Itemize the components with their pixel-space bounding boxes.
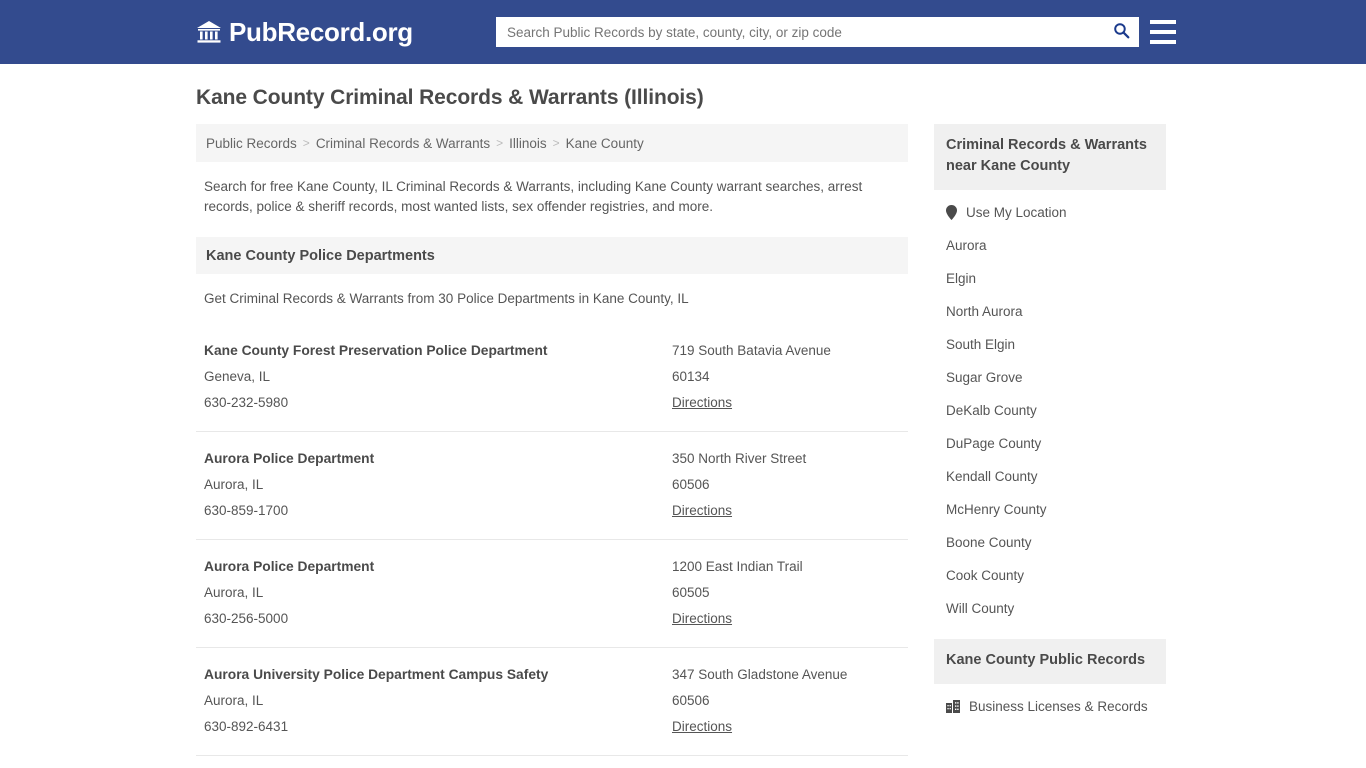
breadcrumb-separator: > bbox=[552, 136, 560, 150]
listing-name: Kane County Forest Preservation Police D… bbox=[204, 343, 548, 358]
page-title: Kane County Criminal Records & Warrants … bbox=[196, 86, 704, 109]
main-column: Public Records > Criminal Records & Warr… bbox=[196, 124, 908, 768]
briefcase-icon bbox=[946, 700, 960, 713]
breadcrumb-item-illinois[interactable]: Illinois bbox=[509, 136, 547, 151]
sidebar: Criminal Records & Warrants near Kane Co… bbox=[934, 124, 1166, 723]
table-row: Aurora University Police Department Camp… bbox=[196, 647, 908, 755]
breadcrumb: Public Records > Criminal Records & Warr… bbox=[196, 124, 908, 162]
listing-city: Aurora, IL bbox=[204, 585, 264, 600]
sidebar-item-label: Kendall County bbox=[946, 469, 1038, 484]
listing-phone: 630-256-5000 bbox=[204, 611, 289, 626]
sidebar-item-dekalb-county[interactable]: DeKalb County bbox=[934, 394, 1166, 427]
sidebar-item-boone-county[interactable]: Boone County bbox=[934, 526, 1166, 559]
sidebar-item-label: McHenry County bbox=[946, 502, 1047, 517]
site-header: PubRecord.org bbox=[0, 0, 1366, 64]
sidebar-item-aurora[interactable]: Aurora bbox=[934, 229, 1166, 262]
sidebar-item-label: Boone County bbox=[946, 535, 1032, 550]
listing-right-column: 350 North River Street 60506 Directions bbox=[672, 446, 900, 524]
breadcrumb-item-public-records[interactable]: Public Records bbox=[206, 136, 297, 151]
search-input[interactable] bbox=[497, 18, 1104, 46]
sidebar-item-sugar-grove[interactable]: Sugar Grove bbox=[934, 361, 1166, 394]
breadcrumb-item-criminal-records[interactable]: Criminal Records & Warrants bbox=[316, 136, 490, 151]
listing-street: 347 South Gladstone Avenue bbox=[672, 667, 848, 682]
police-department-list: Kane County Forest Preservation Police D… bbox=[196, 324, 908, 768]
sidebar-item-mchenry-county[interactable]: McHenry County bbox=[934, 493, 1166, 526]
sidebar-item-label: DuPage County bbox=[946, 436, 1042, 451]
sidebar-item-dupage-county[interactable]: DuPage County bbox=[934, 427, 1166, 460]
sidebar-item-label: North Aurora bbox=[946, 304, 1023, 319]
section-heading-police-departments: Kane County Police Departments bbox=[196, 237, 908, 274]
sidebar-item-label: DeKalb County bbox=[946, 403, 1037, 418]
sidebar-item-label: Elgin bbox=[946, 271, 977, 286]
sidebar-item-label: Will County bbox=[946, 601, 1015, 616]
sidebar-item-kendall-county[interactable]: Kendall County bbox=[934, 460, 1166, 493]
listing-city: Geneva, IL bbox=[204, 369, 271, 384]
listing-phone: 630-232-5980 bbox=[204, 395, 289, 410]
section-note: Get Criminal Records & Warrants from 30 … bbox=[204, 291, 689, 306]
listing-right-column: 1200 East Indian Trail 60505 Directions bbox=[672, 554, 900, 632]
listing-phone: 630-859-1700 bbox=[204, 503, 289, 518]
sidebar-item-will-county[interactable]: Will County bbox=[934, 592, 1166, 625]
listing-left-column: Kane County Forest Preservation Police D… bbox=[204, 338, 672, 416]
listing-left-column: Aurora University Police Department Camp… bbox=[204, 662, 672, 740]
table-row: Kane County Forest Preservation Police D… bbox=[196, 324, 908, 431]
listing-left-column: Aurora Police Department Aurora, IL 630-… bbox=[204, 446, 672, 524]
sidebar-item-label: Aurora bbox=[946, 238, 987, 253]
table-row: Aurora Police Department Aurora, IL 630-… bbox=[196, 539, 908, 647]
sidebar-item-north-aurora[interactable]: North Aurora bbox=[934, 295, 1166, 328]
table-row: Aurora Police Department Aurora, IL 630-… bbox=[196, 431, 908, 539]
listing-street: 1200 East Indian Trail bbox=[672, 559, 803, 574]
site-brand-text: PubRecord.org bbox=[229, 16, 413, 47]
sidebar-item-label: Sugar Grove bbox=[946, 370, 1023, 385]
directions-link[interactable]: Directions bbox=[672, 498, 732, 524]
sidebar-item-south-elgin[interactable]: South Elgin bbox=[934, 328, 1166, 361]
hamburger-menu-icon[interactable] bbox=[1150, 20, 1176, 44]
sidebar-heading-public-records: Kane County Public Records bbox=[934, 639, 1166, 684]
listing-zip: 60506 bbox=[672, 477, 710, 492]
bank-building-icon bbox=[196, 19, 222, 45]
listing-right-column: 719 South Batavia Avenue 60134 Direction… bbox=[672, 338, 900, 416]
search-icon bbox=[1113, 22, 1130, 42]
listing-name: Aurora Police Department bbox=[204, 451, 375, 466]
sidebar-heading-nearby: Criminal Records & Warrants near Kane Co… bbox=[934, 124, 1166, 190]
listing-city: Aurora, IL bbox=[204, 693, 264, 708]
breadcrumb-separator: > bbox=[302, 136, 310, 150]
sidebar-public-records-list: Business Licenses & Records bbox=[934, 690, 1166, 723]
sidebar-item-use-my-location[interactable]: Use My Location bbox=[934, 196, 1166, 229]
listing-zip: 60506 bbox=[672, 693, 710, 708]
listing-name: Aurora Police Department bbox=[204, 559, 375, 574]
content-columns: Public Records > Criminal Records & Warr… bbox=[0, 124, 1366, 768]
sidebar-nearby-list: Use My Location Aurora Elgin North Auror… bbox=[934, 196, 1166, 625]
directions-link[interactable]: Directions bbox=[672, 390, 732, 416]
listing-city: Aurora, IL bbox=[204, 477, 264, 492]
page-intro-text: Search for free Kane County, IL Criminal… bbox=[204, 179, 863, 214]
directions-link[interactable]: Directions bbox=[672, 714, 732, 740]
sidebar-item-label: Business Licenses & Records bbox=[969, 699, 1148, 714]
sidebar-item-elgin[interactable]: Elgin bbox=[934, 262, 1166, 295]
site-logo[interactable]: PubRecord.org bbox=[196, 17, 413, 48]
sidebar-item-label: Use My Location bbox=[966, 205, 1067, 220]
listing-left-column: Aurora Police Department Aurora, IL 630-… bbox=[204, 554, 672, 632]
breadcrumb-separator: > bbox=[496, 136, 504, 150]
search-button[interactable] bbox=[1104, 18, 1138, 46]
table-row: Batavia Police Department Batavia, IL 63… bbox=[196, 755, 908, 768]
listing-zip: 60505 bbox=[672, 585, 710, 600]
breadcrumb-item-kane-county[interactable]: Kane County bbox=[566, 136, 644, 151]
map-pin-icon bbox=[946, 205, 957, 220]
sidebar-item-cook-county[interactable]: Cook County bbox=[934, 559, 1166, 592]
listing-zip: 60134 bbox=[672, 369, 710, 384]
listing-right-column: 347 South Gladstone Avenue 60506 Directi… bbox=[672, 662, 900, 740]
listing-street: 719 South Batavia Avenue bbox=[672, 343, 831, 358]
sidebar-item-label: Cook County bbox=[946, 568, 1025, 583]
listing-street: 350 North River Street bbox=[672, 451, 807, 466]
directions-link[interactable]: Directions bbox=[672, 606, 732, 632]
listing-phone: 630-892-6431 bbox=[204, 719, 289, 734]
sidebar-item-label: South Elgin bbox=[946, 337, 1016, 352]
sidebar-item-business-licenses[interactable]: Business Licenses & Records bbox=[934, 690, 1166, 723]
page-body: Kane County Criminal Records & Warrants … bbox=[0, 64, 1366, 768]
listing-name: Aurora University Police Department Camp… bbox=[204, 667, 549, 682]
search-bar[interactable] bbox=[496, 17, 1139, 47]
